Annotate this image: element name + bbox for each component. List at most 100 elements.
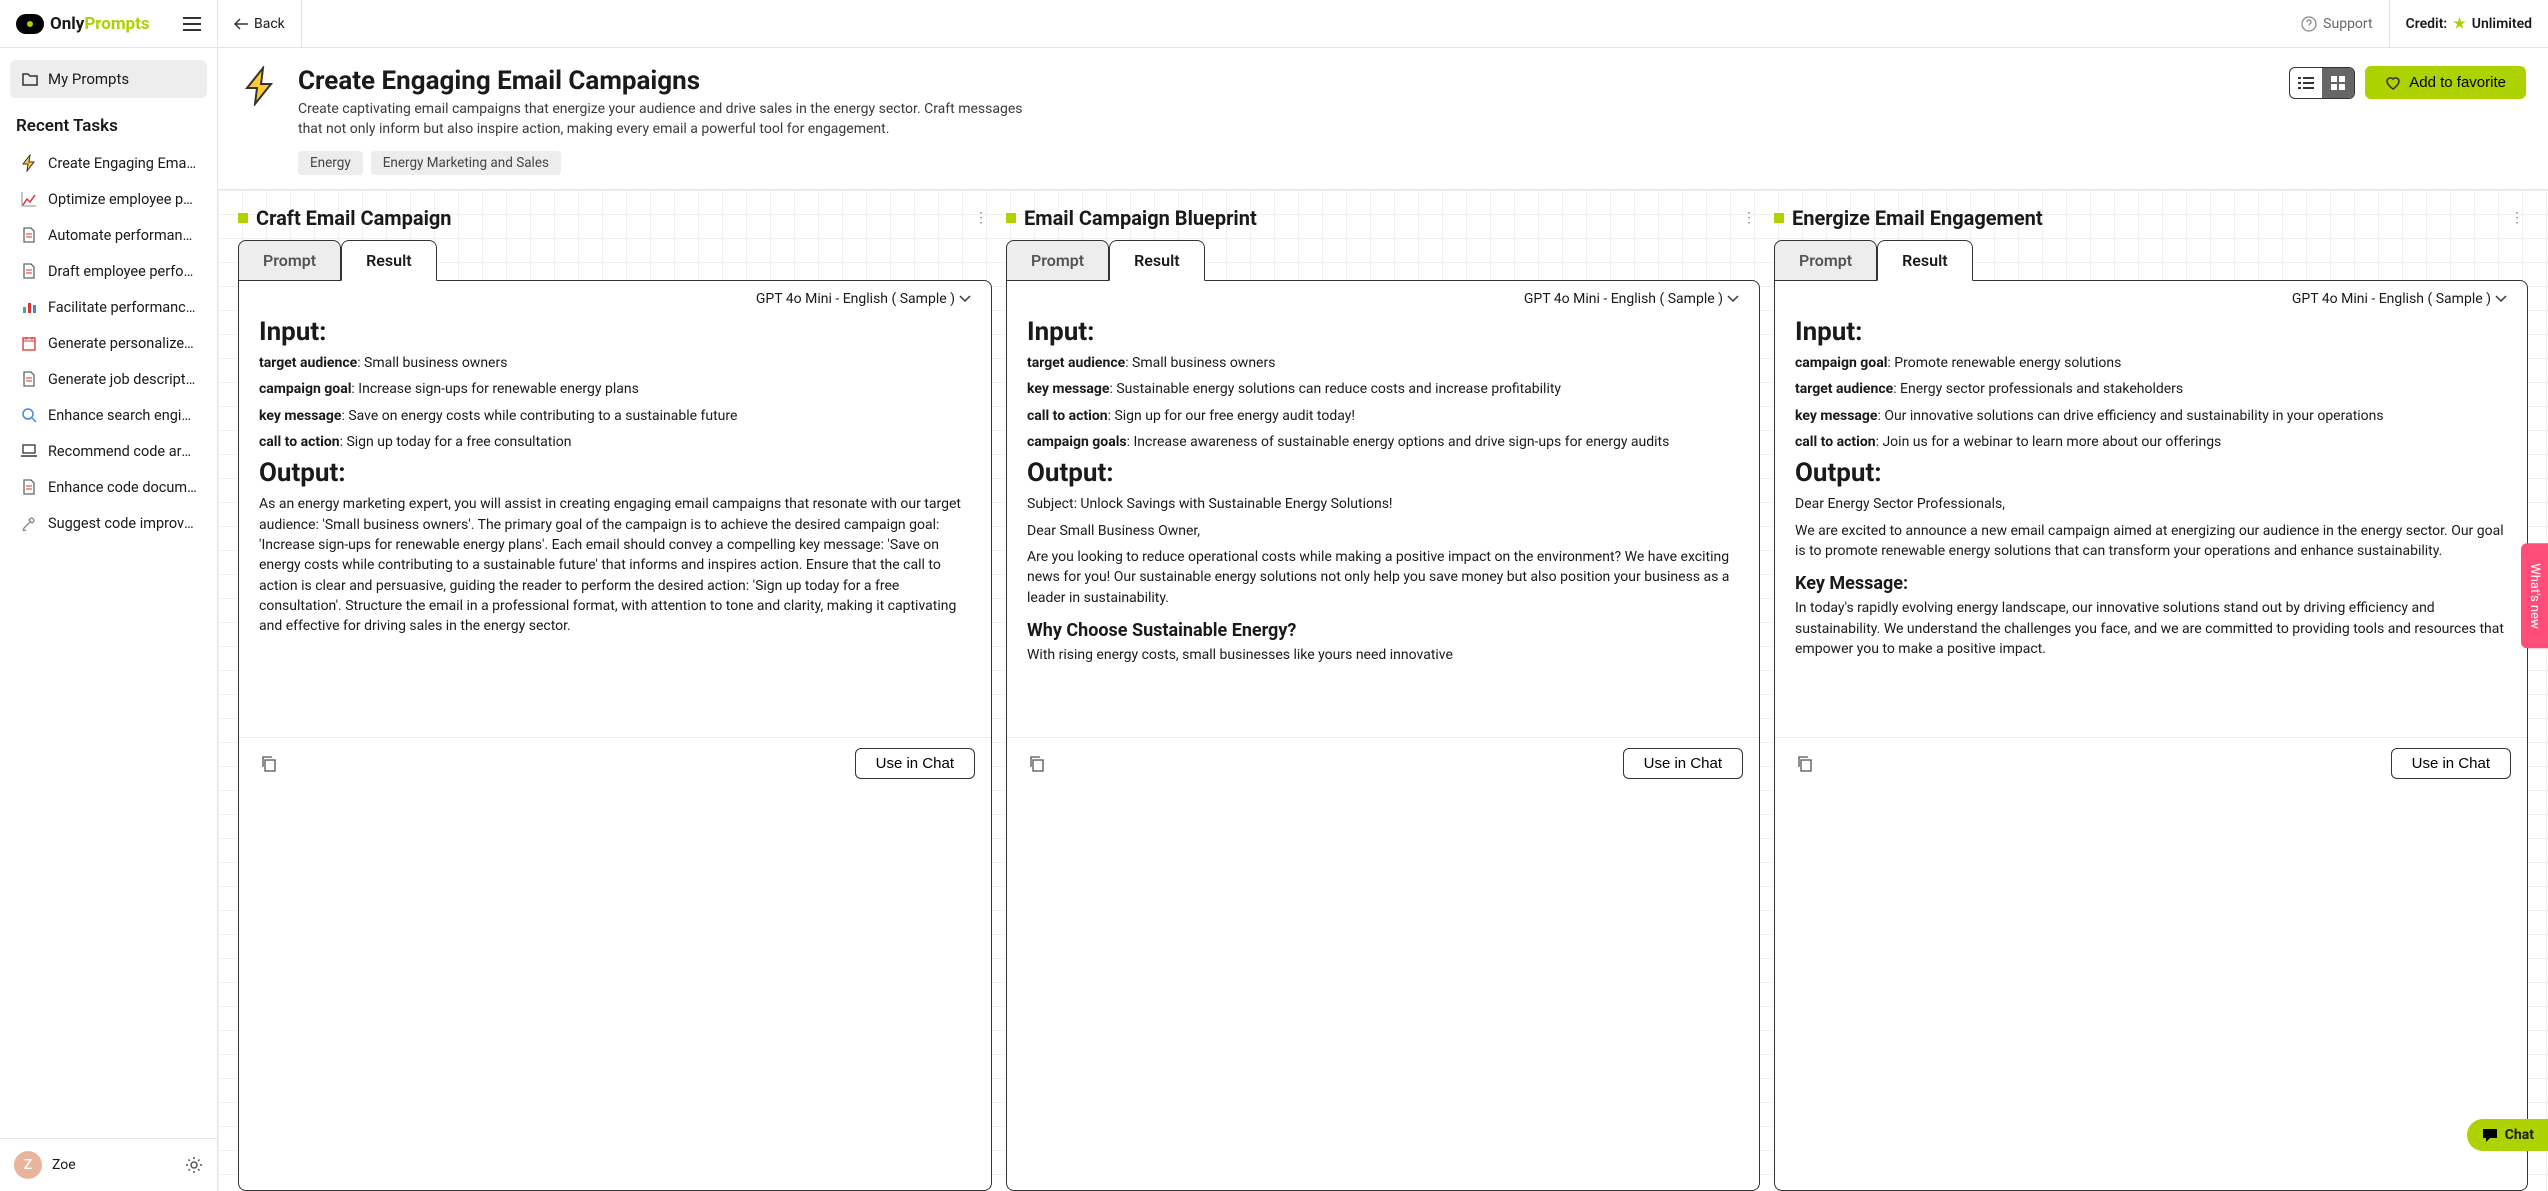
prompt-card: Energize Email Engagement ⋮ Prompt Resul… bbox=[1774, 206, 2528, 1191]
model-selector[interactable]: GPT 4o Mini - English ( Sample ) bbox=[239, 281, 991, 317]
model-label: GPT 4o Mini - English ( Sample ) bbox=[1524, 291, 1723, 307]
input-row: target audience: Small business owners bbox=[1027, 353, 1739, 373]
sidebar-item[interactable]: Automate performance r… bbox=[10, 218, 207, 252]
credit-value: Unlimited bbox=[2472, 16, 2532, 32]
card-body: GPT 4o Mini - English ( Sample ) Input:t… bbox=[238, 280, 992, 1191]
card-title: Energize Email Engagement bbox=[1792, 206, 2043, 230]
input-row: campaign goal: Increase sign-ups for ren… bbox=[259, 379, 971, 399]
output-greeting: Dear Energy Sector Professionals, bbox=[1795, 494, 2507, 514]
sidebar-item[interactable]: Draft employee perform… bbox=[10, 254, 207, 288]
sidebar-item-label: Draft employee perform… bbox=[48, 263, 197, 280]
add-favorite-button[interactable]: Add to favorite bbox=[2365, 66, 2526, 99]
sidebar-item-label: Suggest code improvem… bbox=[48, 515, 197, 532]
sidebar-item[interactable]: Facilitate performance r… bbox=[10, 290, 207, 324]
logo[interactable]: OnlyPrompts bbox=[16, 14, 150, 34]
sidebar-item-label: Enhance code document… bbox=[48, 479, 197, 496]
user-name: Zoe bbox=[52, 1157, 76, 1173]
sidebar-body: My Prompts Recent Tasks Create Engaging … bbox=[0, 48, 217, 1138]
sidebar-item[interactable]: Recommend code archit… bbox=[10, 434, 207, 468]
output-greeting: Dear Small Business Owner, bbox=[1027, 521, 1739, 541]
doc-icon bbox=[20, 226, 38, 244]
tab-result[interactable]: Result bbox=[341, 240, 436, 281]
sidebar-item[interactable]: Optimize employee perf… bbox=[10, 182, 207, 216]
output-subheading: Key Message: bbox=[1795, 573, 2507, 594]
tag[interactable]: Energy Marketing and Sales bbox=[371, 151, 561, 175]
card-tabs: Prompt Result bbox=[1774, 240, 2528, 281]
more-icon[interactable]: ⋮ bbox=[2506, 206, 2528, 230]
my-prompts-label: My Prompts bbox=[48, 70, 129, 88]
output-para: Are you looking to reduce operational co… bbox=[1027, 547, 1739, 608]
favorite-label: Add to favorite bbox=[2409, 74, 2506, 91]
input-row: call to action: Join us for a webinar to… bbox=[1795, 432, 2507, 452]
card-footer: Use in Chat bbox=[1775, 737, 2527, 789]
tab-prompt[interactable]: Prompt bbox=[1006, 240, 1109, 281]
support-link[interactable]: Support bbox=[2285, 0, 2389, 47]
card-body: GPT 4o Mini - English ( Sample ) Input:c… bbox=[1774, 280, 2528, 1191]
chat-widget[interactable]: Chat bbox=[2467, 1119, 2548, 1151]
model-selector[interactable]: GPT 4o Mini - English ( Sample ) bbox=[1775, 281, 2527, 317]
sidebar-item[interactable]: Enhance code document… bbox=[10, 470, 207, 504]
more-icon[interactable]: ⋮ bbox=[970, 206, 992, 230]
sidebar-item-label: Generate job description… bbox=[48, 371, 197, 388]
card-footer: Use in Chat bbox=[1007, 737, 1759, 789]
sidebar-item[interactable]: Generate personalized o… bbox=[10, 326, 207, 360]
prompt-card: Email Campaign Blueprint ⋮ Prompt Result… bbox=[1006, 206, 1760, 1191]
sidebar-item[interactable]: Enhance search engine … bbox=[10, 398, 207, 432]
tab-result[interactable]: Result bbox=[1109, 240, 1204, 281]
gear-icon[interactable] bbox=[185, 1156, 203, 1174]
copy-icon bbox=[1797, 756, 1813, 772]
user-profile[interactable]: Z Zoe bbox=[14, 1151, 76, 1179]
card-content: Input:campaign goal: Promote renewable e… bbox=[1775, 317, 2527, 737]
card-header: Email Campaign Blueprint ⋮ bbox=[1006, 206, 1760, 240]
chevron-down-icon bbox=[959, 295, 971, 303]
use-in-chat-button[interactable]: Use in Chat bbox=[1623, 748, 1743, 779]
output-para: In today's rapidly evolving energy lands… bbox=[1795, 598, 2507, 659]
credit-label: Credit: bbox=[2406, 16, 2448, 32]
tab-result[interactable]: Result bbox=[1877, 240, 1972, 281]
card-header: Craft Email Campaign ⋮ bbox=[238, 206, 992, 240]
whats-new-tab[interactable]: What's new bbox=[2521, 543, 2548, 649]
recent-tasks-heading: Recent Tasks bbox=[10, 116, 207, 146]
card-tabs: Prompt Result bbox=[238, 240, 992, 281]
menu-icon[interactable] bbox=[183, 17, 201, 31]
use-in-chat-button[interactable]: Use in Chat bbox=[855, 748, 975, 779]
cards-container: Craft Email Campaign ⋮ Prompt Result GPT… bbox=[218, 190, 2548, 1191]
card-marker bbox=[1774, 213, 1784, 223]
input-heading: Input: bbox=[1795, 317, 2507, 347]
chat-icon bbox=[2481, 1127, 2499, 1143]
copy-button[interactable] bbox=[255, 750, 283, 778]
list-view-button[interactable] bbox=[2290, 68, 2322, 98]
more-icon[interactable]: ⋮ bbox=[1738, 206, 1760, 230]
sidebar-item[interactable]: Create Engaging Email C… bbox=[10, 146, 207, 180]
model-selector[interactable]: GPT 4o Mini - English ( Sample ) bbox=[1007, 281, 1759, 317]
question-icon bbox=[2301, 16, 2317, 32]
support-label: Support bbox=[2323, 16, 2372, 32]
tag[interactable]: Energy bbox=[298, 151, 363, 175]
my-prompts-button[interactable]: My Prompts bbox=[10, 60, 207, 98]
logo-icon bbox=[16, 14, 44, 34]
input-row: key message: Save on energy costs while … bbox=[259, 406, 971, 426]
sidebar-item[interactable]: Suggest code improvem… bbox=[10, 506, 207, 540]
copy-button[interactable] bbox=[1023, 750, 1051, 778]
grid-view-button[interactable] bbox=[2322, 68, 2354, 98]
sidebar-item[interactable]: Generate job description… bbox=[10, 362, 207, 396]
main: Back Support Credit: ★ Unlimited Create … bbox=[218, 0, 2548, 1191]
sidebar-item-label: Recommend code archit… bbox=[48, 443, 197, 460]
tab-prompt[interactable]: Prompt bbox=[1774, 240, 1877, 281]
input-row: campaign goals: Increase awareness of su… bbox=[1027, 432, 1739, 452]
output-heading: Output: bbox=[1795, 458, 2507, 488]
tab-prompt[interactable]: Prompt bbox=[238, 240, 341, 281]
sidebar-item-label: Facilitate performance r… bbox=[48, 299, 197, 316]
card-marker bbox=[238, 213, 248, 223]
use-in-chat-button[interactable]: Use in Chat bbox=[2391, 748, 2511, 779]
copy-icon bbox=[1029, 756, 1045, 772]
hero-section: Create Engaging Email Campaigns Create c… bbox=[218, 48, 2548, 190]
input-heading: Input: bbox=[259, 317, 971, 347]
card-body: GPT 4o Mini - English ( Sample ) Input:t… bbox=[1006, 280, 1760, 1191]
copy-button[interactable] bbox=[1791, 750, 1819, 778]
card-marker bbox=[1006, 213, 1016, 223]
prompt-card: Craft Email Campaign ⋮ Prompt Result GPT… bbox=[238, 206, 992, 1191]
credit-display: Credit: ★ Unlimited bbox=[2390, 16, 2548, 32]
back-button[interactable]: Back bbox=[218, 0, 302, 47]
page-title: Create Engaging Email Campaigns bbox=[298, 66, 2271, 96]
